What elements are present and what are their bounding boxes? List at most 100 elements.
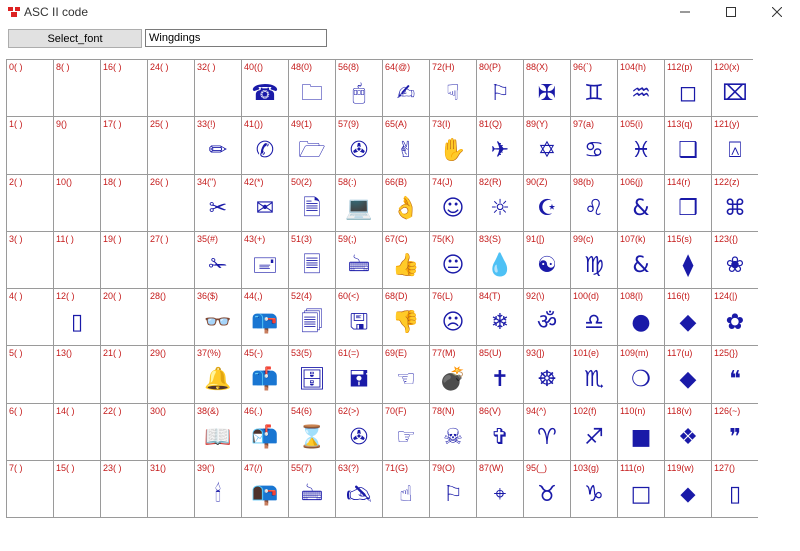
char-cell: 11( ) bbox=[53, 232, 100, 289]
char-cell: 0( ) bbox=[6, 60, 53, 117]
select-font-button[interactable]: Select_font bbox=[8, 29, 142, 48]
char-cell: 49(1) 🗁 bbox=[288, 117, 335, 175]
char-cell: 81(Q) ✈ bbox=[476, 117, 523, 175]
char-code-label: 99(c) bbox=[573, 234, 594, 244]
char-cell: 10() bbox=[53, 175, 100, 232]
char-cell: 123({) ❀ bbox=[711, 232, 758, 289]
font-name-field[interactable] bbox=[145, 29, 327, 47]
char-cell: 55(7) 🖮 bbox=[288, 461, 335, 518]
char-glyph bbox=[148, 192, 194, 226]
char-glyph: 🖫 bbox=[349, 310, 369, 335]
char-code-label: 56(8) bbox=[338, 62, 360, 72]
char-glyph: ✞ bbox=[490, 425, 510, 450]
char-glyph: ☜ bbox=[396, 367, 416, 392]
char-cell: 82(R) ☼ bbox=[476, 175, 523, 232]
char-glyph bbox=[148, 363, 194, 397]
char-code-label: 35(#) bbox=[197, 234, 219, 244]
char-code-label: 52(4) bbox=[291, 291, 313, 301]
char-cell: 103(g) ♑ bbox=[570, 461, 617, 518]
char-cell: 29() bbox=[147, 346, 194, 404]
char-cell: 96(`) ♊ bbox=[570, 60, 617, 117]
char-glyph bbox=[101, 134, 147, 168]
char-glyph: 🗐 bbox=[301, 310, 323, 335]
char-code-label: 34(") bbox=[197, 177, 217, 187]
char-cell: 21( ) bbox=[100, 346, 147, 404]
char-code-label: 33(!) bbox=[197, 119, 216, 129]
char-code-label: 61(=) bbox=[338, 348, 360, 358]
char-glyph bbox=[54, 77, 100, 111]
char-cell: 38(&) 📖 bbox=[194, 404, 241, 461]
char-glyph: ◆ bbox=[679, 367, 697, 392]
char-code-label: 12( ) bbox=[56, 291, 75, 301]
char-code-label: 37(%) bbox=[197, 348, 222, 358]
char-code-label: 29() bbox=[150, 348, 167, 358]
char-glyph: ✇ bbox=[349, 425, 369, 450]
char-code-label: 85(U) bbox=[479, 348, 502, 358]
char-glyph: ♉ bbox=[537, 482, 557, 507]
char-glyph: ✈ bbox=[490, 138, 510, 163]
char-cell: 9() bbox=[53, 117, 100, 175]
close-button[interactable] bbox=[754, 0, 800, 24]
char-code-label: 51(3) bbox=[291, 234, 313, 244]
char-code-label: 67(C) bbox=[385, 234, 408, 244]
maximize-button[interactable] bbox=[708, 0, 754, 24]
char-code-label: 24( ) bbox=[150, 62, 169, 72]
char-glyph: ✆ bbox=[255, 138, 275, 163]
char-code-label: 108(l) bbox=[620, 291, 644, 301]
char-glyph: ▯ bbox=[728, 482, 742, 507]
char-code-label: 20( ) bbox=[103, 291, 122, 301]
title-bar: ASC II code bbox=[0, 0, 800, 24]
char-cell: 20( ) bbox=[100, 289, 147, 346]
char-glyph: 🖮 bbox=[347, 253, 370, 278]
char-glyph: 👓 bbox=[204, 310, 232, 335]
char-code-label: 23( ) bbox=[103, 463, 122, 473]
char-glyph bbox=[101, 249, 147, 283]
char-cell: 80(P) ⚐ bbox=[476, 60, 523, 117]
char-cell: 23( ) bbox=[100, 461, 147, 518]
char-code-label: 92(\) bbox=[526, 291, 545, 301]
minimize-button[interactable] bbox=[662, 0, 708, 24]
window-title: ASC II code bbox=[24, 5, 89, 19]
char-cell: 115(s) ⧫ bbox=[664, 232, 711, 289]
char-glyph bbox=[101, 363, 147, 397]
char-glyph bbox=[101, 421, 147, 455]
char-glyph: ⚐ bbox=[490, 81, 510, 106]
char-cell: 85(U) ✝ bbox=[476, 346, 523, 404]
char-glyph: 📬 bbox=[251, 425, 279, 450]
char-glyph bbox=[148, 249, 194, 283]
char-cell: 122(z) ⌘ bbox=[711, 175, 758, 232]
char-glyph: ♍ bbox=[584, 253, 604, 278]
char-cell: 53(5) 🗄 bbox=[288, 346, 335, 404]
char-glyph: & bbox=[632, 253, 650, 278]
char-code-label: 123({) bbox=[714, 234, 739, 244]
char-code-label: 94(^) bbox=[526, 406, 547, 416]
char-cell: 89(Y) ✡ bbox=[523, 117, 570, 175]
char-cell: 75(K) 😐 bbox=[429, 232, 476, 289]
char-glyph bbox=[101, 77, 147, 111]
char-code-label: 115(s) bbox=[667, 234, 692, 244]
char-cell: 30() bbox=[147, 404, 194, 461]
char-cell: 104(h) ♒ bbox=[617, 60, 664, 117]
char-glyph: ⌖ bbox=[493, 482, 507, 507]
char-glyph: ☪ bbox=[537, 196, 557, 221]
char-cell: 73(I) ✋ bbox=[429, 117, 476, 175]
char-code-label: 1( ) bbox=[9, 119, 23, 129]
minimize-icon bbox=[680, 11, 690, 13]
char-glyph: ♎ bbox=[584, 310, 604, 335]
char-code-label: 83(S) bbox=[479, 234, 502, 244]
char-code-label: 18( ) bbox=[103, 177, 122, 187]
char-cell: 13() bbox=[53, 346, 100, 404]
char-glyph: ✝ bbox=[490, 367, 510, 392]
close-icon bbox=[772, 7, 782, 17]
char-code-label: 13() bbox=[56, 348, 73, 358]
char-cell: 87(W) ⌖ bbox=[476, 461, 523, 518]
char-glyph bbox=[7, 478, 53, 512]
char-cell: 101(e) ♏ bbox=[570, 346, 617, 404]
char-cell: 48(0) 🗀 bbox=[288, 60, 335, 117]
char-glyph: ॐ bbox=[536, 310, 558, 335]
char-code-label: 122(z) bbox=[714, 177, 740, 187]
char-cell: 127() ▯ bbox=[711, 461, 758, 518]
char-glyph: ⍓ bbox=[728, 138, 742, 163]
char-code-label: 26( ) bbox=[150, 177, 169, 187]
char-code-label: 87(W) bbox=[479, 463, 504, 473]
